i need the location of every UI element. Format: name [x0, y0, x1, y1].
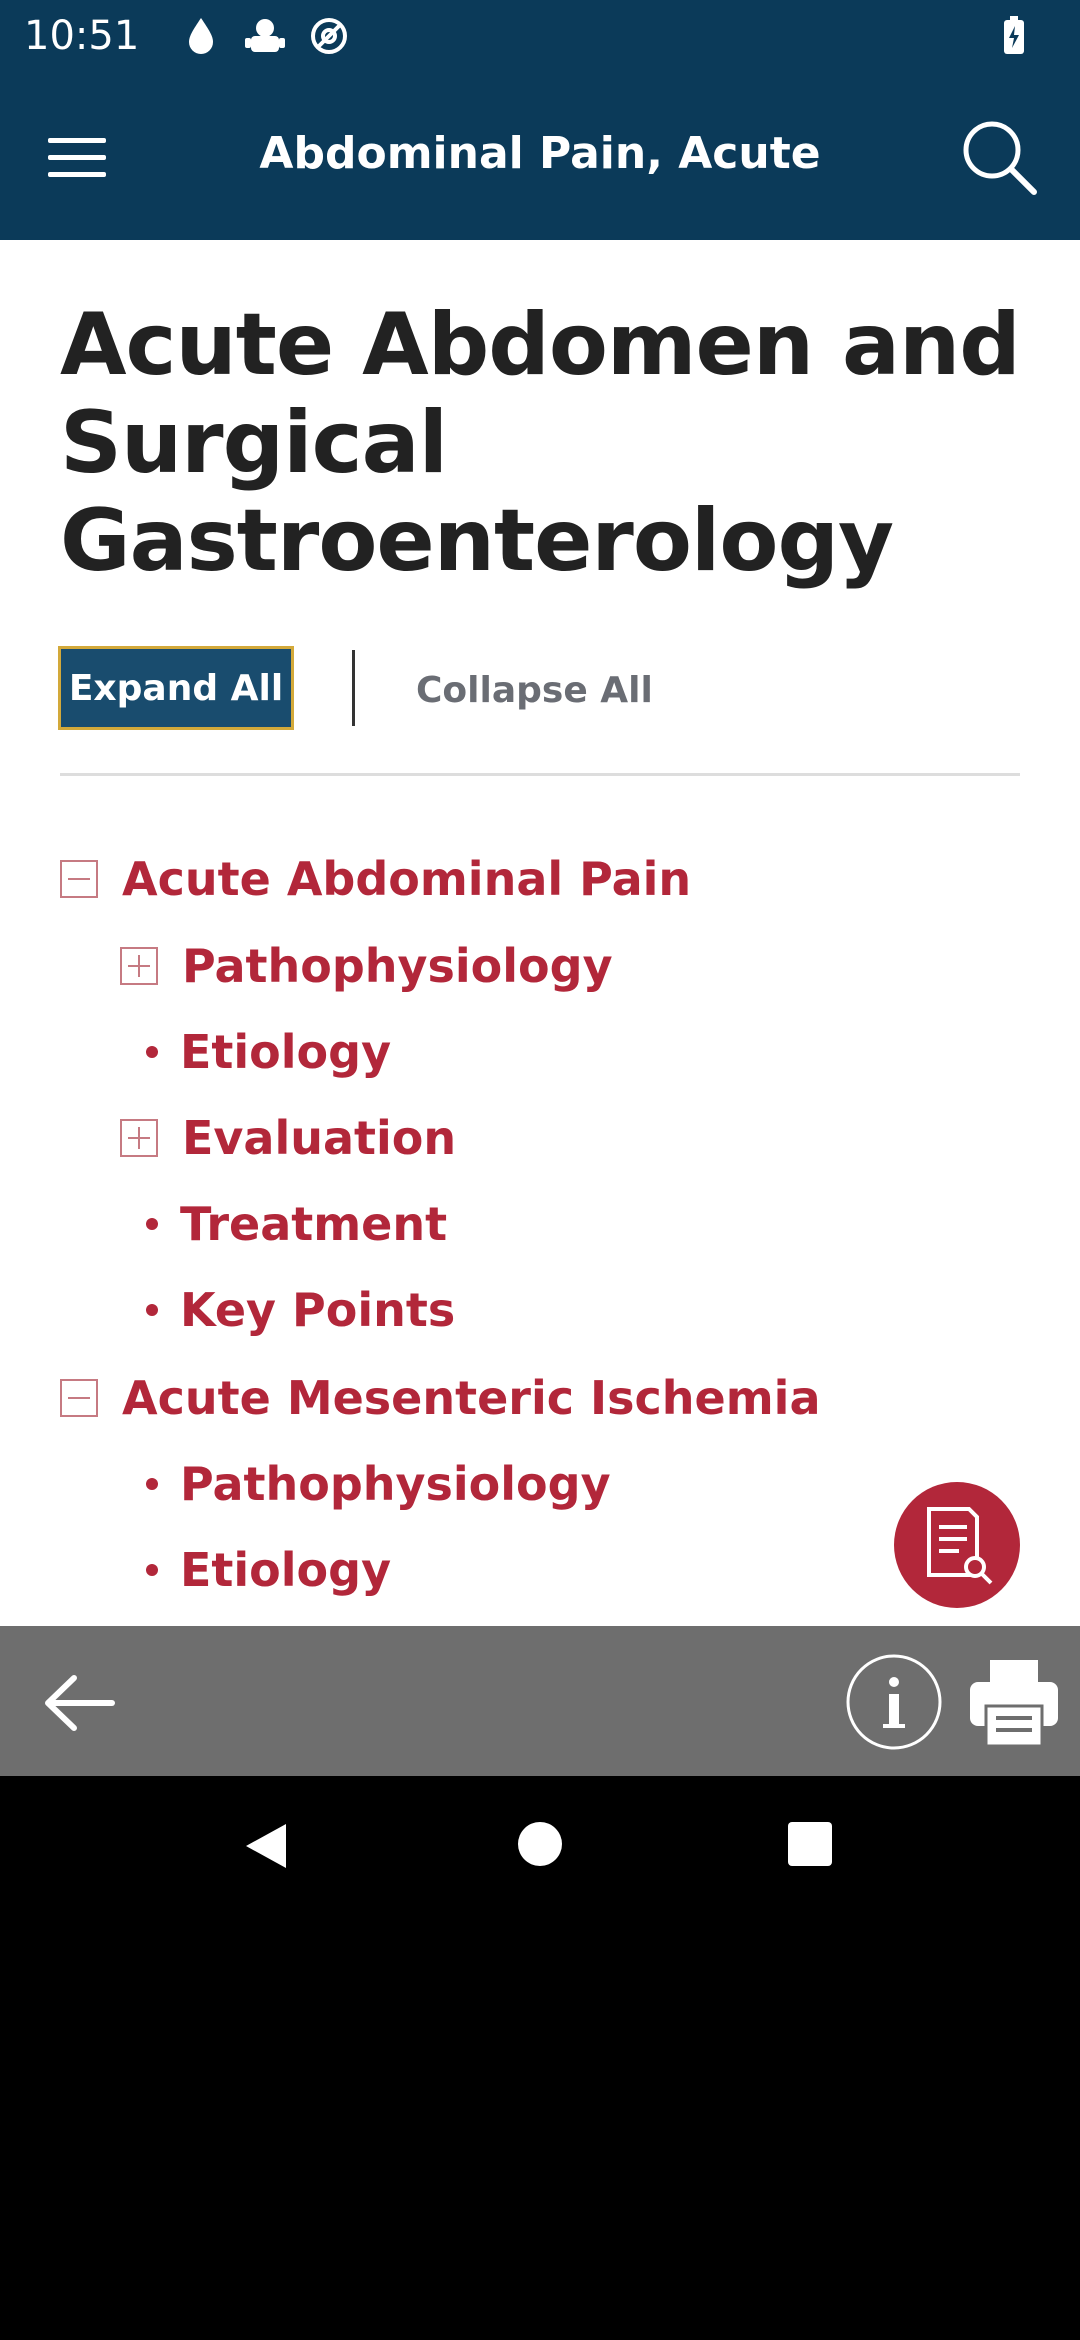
bullet-icon — [146, 1564, 158, 1576]
at-icon — [307, 14, 351, 58]
bottom-toolbar — [0, 1626, 1080, 1776]
toc-item[interactable]: Evaluation — [120, 1103, 456, 1173]
toc-item-label[interactable]: Acute Abdominal Pain — [122, 852, 691, 906]
collapse-minus-icon[interactable] — [60, 860, 98, 898]
bullet-icon — [146, 1304, 158, 1316]
collapse-minus-icon[interactable] — [60, 1379, 98, 1417]
toc-item[interactable]: Acute Abdominal Pain — [60, 844, 691, 914]
toc-item-label[interactable]: Treatment — [180, 1197, 447, 1251]
toc-item[interactable]: Etiology — [140, 1535, 391, 1605]
document-search-icon — [927, 1507, 993, 1585]
main-content: Acute Abdomen and Surgical Gastroenterol… — [0, 240, 1080, 1626]
arrow-left-icon[interactable] — [40, 1668, 120, 1738]
info-icon[interactable] — [846, 1654, 942, 1750]
search-icon[interactable] — [954, 112, 1044, 202]
toc-item-label[interactable]: Pathophysiology — [180, 1457, 611, 1511]
expand-plus-icon[interactable] — [120, 947, 158, 985]
toc-item[interactable]: Pathophysiology — [140, 1449, 611, 1519]
toc-item-label[interactable]: Pathophysiology — [182, 939, 613, 993]
toc-item-label[interactable]: Acute Mesenteric Ischemia — [122, 1371, 821, 1425]
expand-plus-icon[interactable] — [120, 1119, 158, 1157]
bullet-icon — [146, 1478, 158, 1490]
toc-item-label[interactable]: Etiology — [180, 1543, 391, 1597]
battery-charging-icon — [992, 14, 1036, 58]
nav-back-icon[interactable] — [242, 1822, 290, 1870]
toc-item[interactable]: Treatment — [140, 1189, 447, 1259]
toc-item[interactable]: Acute Mesenteric Ischemia — [60, 1363, 821, 1433]
status-time: 10:51 — [24, 13, 140, 59]
button-divider — [352, 650, 355, 726]
toc-item-label[interactable]: Etiology — [180, 1025, 391, 1079]
printer-icon[interactable] — [966, 1654, 1062, 1750]
expand-all-button[interactable]: Expand All — [58, 646, 294, 730]
android-icon — [243, 14, 287, 58]
toc-item[interactable]: Etiology — [140, 1017, 391, 1087]
toc-item[interactable]: Key Points — [140, 1275, 455, 1345]
toc-item[interactable]: Pathophysiology — [120, 931, 613, 1001]
drop-icon — [179, 14, 223, 58]
collapse-all-button[interactable]: Collapse All — [416, 660, 653, 720]
app-title: Abdominal Pain, Acute — [259, 128, 821, 179]
bullet-icon — [146, 1046, 158, 1058]
document-search-fab[interactable] — [894, 1482, 1020, 1608]
nav-recents-icon[interactable] — [788, 1822, 832, 1866]
section-divider — [60, 773, 1020, 776]
app-bar: Abdominal Pain, Acute — [0, 72, 1080, 240]
bullet-icon — [146, 1218, 158, 1230]
system-nav-bar — [0, 1776, 1080, 1926]
toc-item-label[interactable]: Evaluation — [182, 1111, 456, 1165]
nav-home-icon[interactable] — [518, 1822, 562, 1866]
page-title: Acute Abdomen and Surgical Gastroenterol… — [60, 295, 1021, 591]
status-bar: 10:51 — [0, 0, 1080, 72]
toc-item-label[interactable]: Key Points — [180, 1283, 455, 1337]
